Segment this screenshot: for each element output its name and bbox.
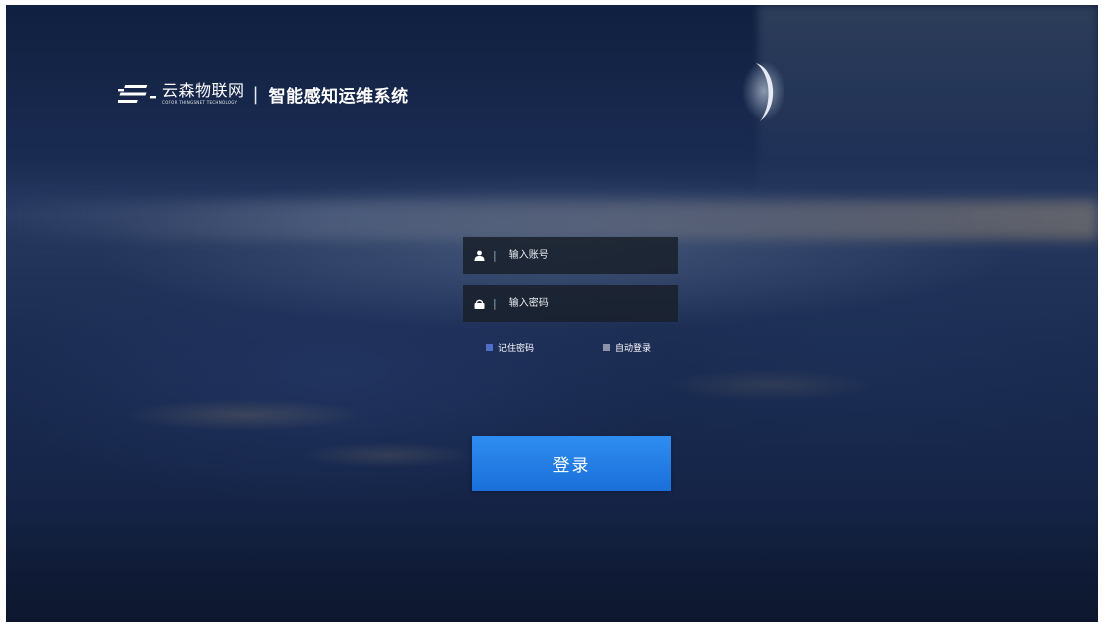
moon-image [742,61,784,121]
background-treeline [6,502,1098,622]
lock-icon [473,298,485,310]
user-icon [473,250,485,262]
remember-password-checkbox[interactable] [486,344,493,351]
password-field[interactable]: | [463,285,678,322]
logo-separator: | [252,83,259,105]
cofor-logo-icon [118,85,156,103]
account-input[interactable] [504,237,678,274]
brand-name: 云森物联网 [162,81,245,100]
login-button[interactable]: 登录 [472,436,671,491]
auto-login-label: 自动登录 [615,344,652,354]
background-horizon [6,200,1098,240]
background-aurora [758,5,1098,205]
brand-subtitle: COFOR THINGSNET TECHNOLOGY [162,100,238,105]
auto-login-option[interactable]: 自动登录 [603,341,651,354]
account-divider: | [493,249,497,262]
account-field[interactable]: | [463,237,678,274]
auto-login-checkbox[interactable] [603,344,610,351]
remember-password-label: 记住密码 [498,344,535,354]
login-page: 云森物联网 COFOR THINGSNET TECHNOLOGY | 智能感知运… [6,5,1098,622]
header-logo: 云森物联网 COFOR THINGSNET TECHNOLOGY | 智能感知运… [118,79,409,109]
password-input[interactable] [504,285,678,322]
system-title: 智能感知运维系统 [268,86,409,107]
password-divider: | [493,297,497,310]
brand-block: 云森物联网 COFOR THINGSNET TECHNOLOGY [162,83,245,105]
remember-password-option[interactable]: 记住密码 [486,341,534,354]
